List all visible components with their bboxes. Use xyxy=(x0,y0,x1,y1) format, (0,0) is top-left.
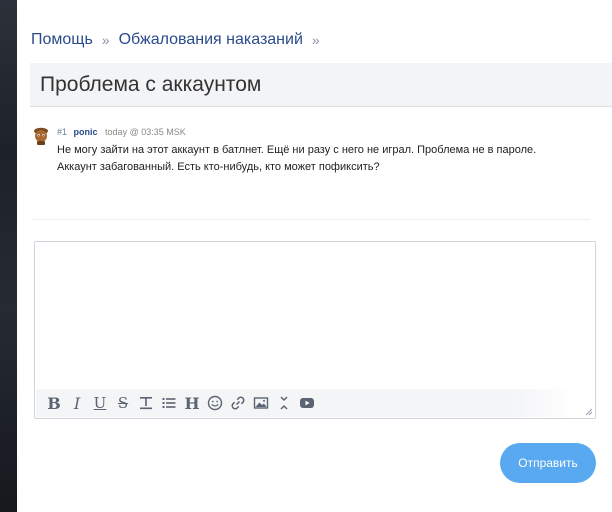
editor-toolbar: B I U S H xyxy=(36,389,576,417)
breadcrumb: Помощь » Обжалования наказаний » xyxy=(31,31,329,49)
emoji-icon[interactable] xyxy=(204,392,226,414)
thread-title: Проблема с аккаунтом xyxy=(40,73,262,96)
post-body: Не могу зайти на этот аккаунт в батлнет.… xyxy=(57,142,602,176)
italic-icon[interactable]: I xyxy=(66,392,88,414)
breadcrumb-link-help[interactable]: Помощь xyxy=(31,31,93,49)
text-align-icon[interactable] xyxy=(135,392,157,414)
reply-editor: B I U S H xyxy=(34,241,596,419)
list-icon[interactable] xyxy=(158,392,180,414)
post-body-line: Аккаунт забагованный. Есть кто-нибудь, к… xyxy=(57,161,380,173)
video-icon[interactable] xyxy=(296,392,318,414)
post-number[interactable]: #1 xyxy=(57,127,67,137)
post-author[interactable]: ponic xyxy=(74,127,98,137)
image-icon[interactable] xyxy=(250,392,272,414)
breadcrumb-link-appeals[interactable]: Обжалования наказаний xyxy=(119,31,303,49)
background-image xyxy=(0,0,17,512)
collapse-icon[interactable] xyxy=(273,392,295,414)
link-icon[interactable] xyxy=(227,392,249,414)
thread-title-bar: Проблема с аккаунтом xyxy=(30,63,612,107)
breadcrumb-separator: » xyxy=(311,32,320,48)
post-header: #1 ponic today @ 03:35 MSK xyxy=(57,127,186,137)
resize-handle-icon[interactable] xyxy=(585,408,593,416)
post-body-line: Не могу зайти на этот аккаунт в батлнет.… xyxy=(57,144,537,156)
bold-icon[interactable]: B xyxy=(43,392,65,414)
submit-button[interactable]: Отправить xyxy=(500,443,596,483)
strikethrough-icon[interactable]: S xyxy=(112,392,134,414)
reply-textarea[interactable] xyxy=(36,243,594,388)
post-timestamp: today @ 03:35 MSK xyxy=(105,127,186,137)
underline-icon[interactable]: U xyxy=(89,392,111,414)
heading-icon[interactable]: H xyxy=(181,392,203,414)
breadcrumb-separator: » xyxy=(101,32,110,48)
divider xyxy=(32,219,590,220)
avatar[interactable] xyxy=(32,126,50,146)
